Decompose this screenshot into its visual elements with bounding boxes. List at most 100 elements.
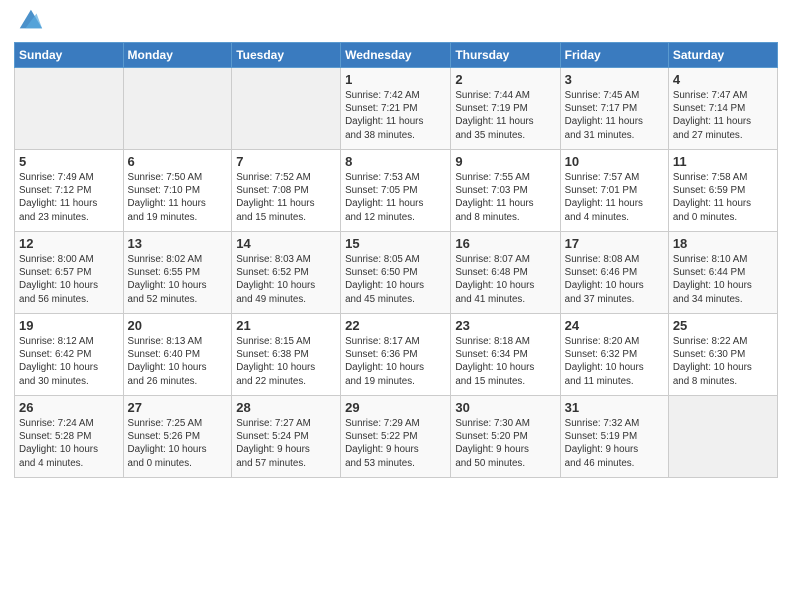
day-info: Sunrise: 8:02 AMSunset: 6:55 PMDaylight:… [128, 253, 228, 306]
day-number: 29 [345, 400, 446, 415]
day-number: 13 [128, 236, 228, 251]
day-info: Sunrise: 8:18 AMSunset: 6:34 PMDaylight:… [455, 335, 555, 388]
day-info: Sunrise: 7:45 AMSunset: 7:17 PMDaylight:… [565, 89, 664, 142]
day-info: Sunrise: 8:22 AMSunset: 6:30 PMDaylight:… [673, 335, 773, 388]
day-cell: 25 Sunrise: 8:22 AMSunset: 6:30 PMDayligh… [668, 314, 777, 396]
header-day-sunday: Sunday [15, 43, 124, 68]
day-number: 4 [673, 72, 773, 87]
week-row-2: 5 Sunrise: 7:49 AMSunset: 7:12 PMDaylight… [15, 150, 778, 232]
day-info: Sunrise: 8:12 AMSunset: 6:42 PMDaylight:… [19, 335, 119, 388]
day-cell [123, 68, 232, 150]
header-day-monday: Monday [123, 43, 232, 68]
day-number: 1 [345, 72, 446, 87]
day-cell: 12 Sunrise: 8:00 AMSunset: 6:57 PMDayligh… [15, 232, 124, 314]
day-info: Sunrise: 7:44 AMSunset: 7:19 PMDaylight:… [455, 89, 555, 142]
day-number: 26 [19, 400, 119, 415]
day-cell: 5 Sunrise: 7:49 AMSunset: 7:12 PMDaylight… [15, 150, 124, 232]
header [14, 10, 778, 34]
day-cell: 6 Sunrise: 7:50 AMSunset: 7:10 PMDaylight… [123, 150, 232, 232]
day-info: Sunrise: 8:10 AMSunset: 6:44 PMDaylight:… [673, 253, 773, 306]
day-cell [15, 68, 124, 150]
day-cell: 20 Sunrise: 8:13 AMSunset: 6:40 PMDayligh… [123, 314, 232, 396]
day-info: Sunrise: 7:25 AMSunset: 5:26 PMDaylight:… [128, 417, 228, 470]
day-info: Sunrise: 8:15 AMSunset: 6:38 PMDaylight:… [236, 335, 336, 388]
calendar-body: 1Sunrise: 7:42 AMSunset: 7:21 PMDaylight… [15, 68, 778, 478]
day-info: Sunrise: 7:57 AMSunset: 7:01 PMDaylight:… [565, 171, 664, 224]
day-info: Sunrise: 7:24 AMSunset: 5:28 PMDaylight:… [19, 417, 119, 470]
day-cell: 19 Sunrise: 8:12 AMSunset: 6:42 PMDayligh… [15, 314, 124, 396]
day-info: Sunrise: 7:52 AMSunset: 7:08 PMDaylight:… [236, 171, 336, 224]
day-cell: 16 Sunrise: 8:07 AMSunset: 6:48 PMDayligh… [451, 232, 560, 314]
day-cell: 24 Sunrise: 8:20 AMSunset: 6:32 PMDayligh… [560, 314, 668, 396]
header-day-wednesday: Wednesday [341, 43, 451, 68]
day-info: Sunrise: 8:07 AMSunset: 6:48 PMDaylight:… [455, 253, 555, 306]
day-cell: 29 Sunrise: 7:29 AMSunset: 5:22 PMDayligh… [341, 396, 451, 478]
day-info: Sunrise: 8:20 AMSunset: 6:32 PMDaylight:… [565, 335, 664, 388]
day-number: 10 [565, 154, 664, 169]
day-info: Sunrise: 7:27 AMSunset: 5:24 PMDaylight:… [236, 417, 336, 470]
day-number: 31 [565, 400, 664, 415]
day-cell: 26 Sunrise: 7:24 AMSunset: 5:28 PMDayligh… [15, 396, 124, 478]
header-day-tuesday: Tuesday [232, 43, 341, 68]
day-info: Sunrise: 8:05 AMSunset: 6:50 PMDaylight:… [345, 253, 446, 306]
day-cell: 27 Sunrise: 7:25 AMSunset: 5:26 PMDayligh… [123, 396, 232, 478]
day-info: Sunrise: 8:08 AMSunset: 6:46 PMDaylight:… [565, 253, 664, 306]
day-number: 21 [236, 318, 336, 333]
day-number: 25 [673, 318, 773, 333]
day-cell: 4 Sunrise: 7:47 AMSunset: 7:14 PMDaylight… [668, 68, 777, 150]
logo [14, 10, 44, 34]
day-cell: 15 Sunrise: 8:05 AMSunset: 6:50 PMDayligh… [341, 232, 451, 314]
header-row: SundayMondayTuesdayWednesdayThursdayFrid… [15, 43, 778, 68]
day-cell: 28 Sunrise: 7:27 AMSunset: 5:24 PMDayligh… [232, 396, 341, 478]
week-row-3: 12 Sunrise: 8:00 AMSunset: 6:57 PMDayligh… [15, 232, 778, 314]
day-info: Sunrise: 7:50 AMSunset: 7:10 PMDaylight:… [128, 171, 228, 224]
day-info: Sunrise: 7:58 AMSunset: 6:59 PMDaylight:… [673, 171, 773, 224]
day-number: 15 [345, 236, 446, 251]
day-info: Sunrise: 7:53 AMSunset: 7:05 PMDaylight:… [345, 171, 446, 224]
day-number: 27 [128, 400, 228, 415]
calendar-header: SundayMondayTuesdayWednesdayThursdayFrid… [15, 43, 778, 68]
day-info: Sunrise: 8:13 AMSunset: 6:40 PMDaylight:… [128, 335, 228, 388]
day-number: 5 [19, 154, 119, 169]
day-cell: 31Sunrise: 7:32 AMSunset: 5:19 PMDayligh… [560, 396, 668, 478]
day-number: 17 [565, 236, 664, 251]
day-cell: 18Sunrise: 8:10 AMSunset: 6:44 PMDayligh… [668, 232, 777, 314]
day-cell: 3 Sunrise: 7:45 AMSunset: 7:17 PMDaylight… [560, 68, 668, 150]
day-number: 3 [565, 72, 664, 87]
day-cell: 2 Sunrise: 7:44 AMSunset: 7:19 PMDaylight… [451, 68, 560, 150]
week-row-1: 1Sunrise: 7:42 AMSunset: 7:21 PMDaylight… [15, 68, 778, 150]
day-number: 22 [345, 318, 446, 333]
day-number: 23 [455, 318, 555, 333]
day-number: 19 [19, 318, 119, 333]
day-cell: 9 Sunrise: 7:55 AMSunset: 7:03 PMDaylight… [451, 150, 560, 232]
day-info: Sunrise: 7:49 AMSunset: 7:12 PMDaylight:… [19, 171, 119, 224]
day-info: Sunrise: 7:47 AMSunset: 7:14 PMDaylight:… [673, 89, 773, 142]
header-day-thursday: Thursday [451, 43, 560, 68]
day-info: Sunrise: 8:00 AMSunset: 6:57 PMDaylight:… [19, 253, 119, 306]
day-cell: 7 Sunrise: 7:52 AMSunset: 7:08 PMDaylight… [232, 150, 341, 232]
day-cell: 17 Sunrise: 8:08 AMSunset: 6:46 PMDayligh… [560, 232, 668, 314]
day-info: Sunrise: 7:29 AMSunset: 5:22 PMDaylight:… [345, 417, 446, 470]
day-cell: 11Sunrise: 7:58 AMSunset: 6:59 PMDayligh… [668, 150, 777, 232]
day-cell: 8 Sunrise: 7:53 AMSunset: 7:05 PMDaylight… [341, 150, 451, 232]
day-number: 16 [455, 236, 555, 251]
week-row-5: 26 Sunrise: 7:24 AMSunset: 5:28 PMDayligh… [15, 396, 778, 478]
day-cell [668, 396, 777, 478]
day-number: 8 [345, 154, 446, 169]
day-number: 28 [236, 400, 336, 415]
day-number: 14 [236, 236, 336, 251]
day-number: 2 [455, 72, 555, 87]
day-number: 24 [565, 318, 664, 333]
calendar-table: SundayMondayTuesdayWednesdayThursdayFrid… [14, 42, 778, 478]
day-number: 7 [236, 154, 336, 169]
header-day-saturday: Saturday [668, 43, 777, 68]
day-info: Sunrise: 7:55 AMSunset: 7:03 PMDaylight:… [455, 171, 555, 224]
calendar-container: SundayMondayTuesdayWednesdayThursdayFrid… [0, 0, 792, 612]
day-cell: 22Sunrise: 8:17 AMSunset: 6:36 PMDayligh… [341, 314, 451, 396]
day-number: 6 [128, 154, 228, 169]
day-number: 12 [19, 236, 119, 251]
day-number: 20 [128, 318, 228, 333]
day-number: 9 [455, 154, 555, 169]
day-cell [232, 68, 341, 150]
day-cell: 10 Sunrise: 7:57 AMSunset: 7:01 PMDayligh… [560, 150, 668, 232]
